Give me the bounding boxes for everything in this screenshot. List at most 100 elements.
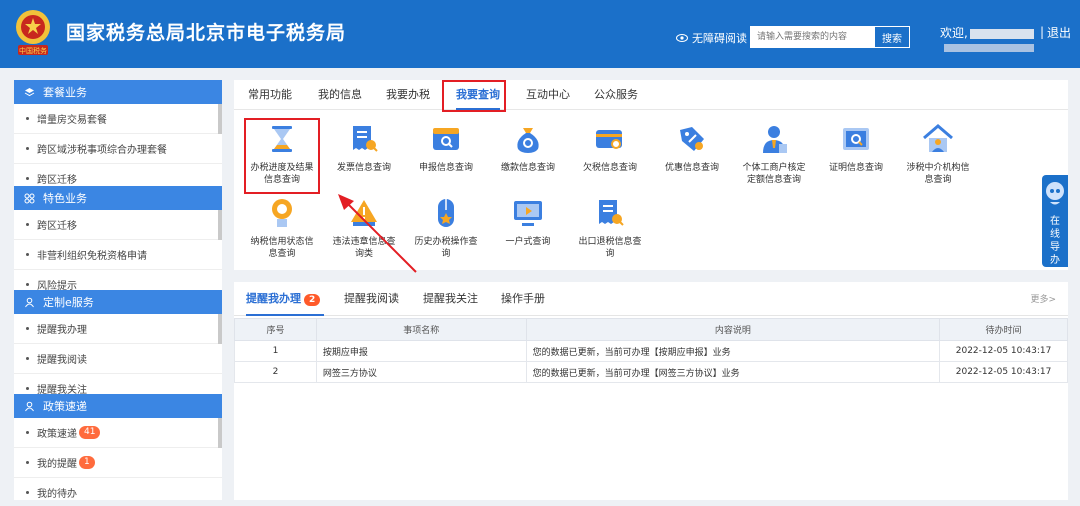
sidebar-item[interactable]: 提醒我关注 (14, 374, 222, 394)
sidebar-list: 提醒我办理 提醒我阅读 提醒我关注 (14, 314, 222, 394)
func-export-refund-query[interactable]: 出口退税信息查询 (572, 196, 648, 260)
sidebar-header-label: 套餐业务 (43, 86, 87, 99)
func-discount-query[interactable]: 优惠信息查询 (654, 122, 730, 174)
reminder-tabs: 提醒我办理 2 提醒我阅读 提醒我关注 操作手册 更多> (234, 282, 1068, 316)
sidebar-list: 政策速递 41 我的提醒 1 我的待办 (14, 418, 222, 500)
scrollbar[interactable] (218, 418, 222, 448)
cell[interactable]: 网签三方协议 (315, 361, 527, 383)
col-header: 事项名称 (315, 318, 527, 341)
tab-tax-handling[interactable]: 我要办税 (386, 80, 430, 110)
sidebar-section-featured: 特色业务 跨区迁移 非营利组织免税资格申请 风险提示 (14, 186, 222, 290)
func-arrears-query[interactable]: 欠税信息查询 (572, 122, 648, 174)
card-icon (596, 130, 622, 149)
user-icon (25, 401, 34, 411)
search-input[interactable] (750, 26, 874, 48)
declaration-icon (433, 128, 459, 150)
sidebar-header-label: 特色业务 (43, 192, 87, 205)
invoice-icon (353, 126, 378, 152)
scrollbar[interactable] (218, 314, 222, 344)
sidebar-item[interactable]: 政策速递 41 (14, 418, 222, 448)
sidebar-item[interactable]: 跨区迁移 (14, 164, 222, 184)
layers-icon (24, 87, 35, 96)
func-individual-business-query[interactable]: 个体工商户核定 定额信息查询 (736, 122, 812, 186)
cell: 1 (234, 340, 317, 362)
more-link[interactable]: 更多> (1030, 292, 1056, 305)
house-icon (923, 124, 953, 152)
masked-username (970, 29, 1034, 39)
sidebar-item[interactable]: 我的待办 (14, 478, 222, 500)
reminder-panel: 提醒我办理 2 提醒我阅读 提醒我关注 操作手册 更多> 序号 事项名称 内容说明… (234, 282, 1068, 500)
tab-interaction[interactable]: 互动中心 (526, 80, 570, 110)
accessibility-link[interactable]: 无障碍阅读 (676, 30, 747, 46)
scrollbar[interactable] (218, 210, 222, 240)
tab-remind-handle[interactable]: 提醒我办理 2 (246, 282, 324, 316)
func-declaration-query[interactable]: 申报信息查询 (408, 122, 484, 174)
sidebar-header-policy[interactable]: 政策速递 (14, 394, 222, 418)
medal-icon (272, 199, 292, 227)
sidebar-item[interactable]: 提醒我阅读 (14, 344, 222, 374)
monitor-icon (514, 201, 542, 226)
masked-company (944, 44, 1034, 52)
func-one-stop-query[interactable]: 一户式查询 (490, 196, 566, 248)
sidebar-item[interactable]: 非营利组织免税资格申请 (14, 240, 222, 270)
func-certificate-query[interactable]: 证明信息查询 (818, 122, 894, 174)
func-label: 个体工商户核定 定额信息查询 (742, 163, 806, 185)
cell: 2022-12-05 10:43:17 (939, 340, 1068, 362)
person-icon (763, 126, 787, 153)
func-payment-query[interactable]: 缴款信息查询 (490, 122, 566, 174)
col-header: 内容说明 (525, 318, 941, 341)
sidebar-section-policy: 政策速递 政策速递 41 我的提醒 1 我的待办 (14, 394, 222, 500)
search-button[interactable]: 搜索 (874, 26, 910, 48)
func-credit-status-query[interactable]: 纳税信用状态信 息查询 (244, 196, 320, 260)
func-label: 涉税中介机构信 息查询 (906, 163, 970, 185)
highlight-box (244, 118, 320, 194)
count-badge: 2 (304, 294, 321, 306)
sidebar-list: 跨区迁移 非营利组织免税资格申请 风险提示 (14, 210, 222, 290)
sidebar-item[interactable]: 跨区迁移 (14, 210, 222, 240)
func-label: 出口退税信息查询 (578, 237, 642, 259)
robot-icon (1046, 182, 1064, 205)
func-label: 申报信息查询 (418, 163, 473, 173)
func-invoice-query[interactable]: 发票信息查询 (326, 122, 402, 174)
table-row[interactable]: 1 按期应申报 您的数据已更新，当前可办理【按期应申报】业务 2022-12-0… (234, 340, 1068, 362)
sidebar-item[interactable]: 跨区域涉税事项综合办理套餐 (14, 134, 222, 164)
tab-remind-read[interactable]: 提醒我阅读 (344, 282, 399, 316)
cell[interactable]: 按期应申报 (315, 340, 527, 362)
user-icon (25, 297, 34, 307)
tab-manual[interactable]: 操作手册 (501, 282, 545, 316)
sidebar-item[interactable]: 我的提醒 1 (14, 448, 222, 478)
func-label: 缴款信息查询 (500, 163, 555, 173)
sidebar-item[interactable]: 风险提示 (14, 270, 222, 290)
online-guide-button[interactable]: 在线导办 (1042, 175, 1068, 267)
table-row[interactable]: 2 网签三方协议 您的数据已更新，当前可办理【网签三方协议】业务 2022-12… (234, 361, 1068, 383)
welcome-text: 欢迎, (940, 26, 968, 40)
scrollbar[interactable] (218, 104, 222, 134)
tab-remind-follow[interactable]: 提醒我关注 (423, 282, 478, 316)
sidebar-list: 增量房交易套餐 跨区域涉税事项综合办理套餐 跨区迁移 (14, 104, 222, 184)
logout-link[interactable]: 退出 (1047, 24, 1071, 41)
sidebar-header-featured[interactable]: 特色业务 (14, 186, 222, 210)
sidebar-header-custom[interactable]: 定制e服务 (14, 290, 222, 314)
func-label: 证明信息查询 (828, 163, 883, 173)
accessibility-label: 无障碍阅读 (692, 32, 747, 45)
header-bar: 中国税务 国家税务总局北京市电子税务局 无障碍阅读 搜索 欢迎, | 退出 (0, 0, 1080, 68)
tab-my-info[interactable]: 我的信息 (318, 80, 362, 110)
sidebar-section-package: 套餐业务 增量房交易套餐 跨区域涉税事项综合办理套餐 跨区迁移 (14, 80, 222, 184)
func-agency-query[interactable]: 涉税中介机构信 息查询 (900, 122, 976, 186)
online-guide-label: 在线导办 (1050, 216, 1060, 266)
mouse-icon (438, 199, 454, 227)
discount-tag-icon (680, 127, 704, 151)
sidebar-item[interactable]: 增量房交易套餐 (14, 104, 222, 134)
export-doc-icon (599, 200, 624, 226)
sidebar-item[interactable]: 提醒我办理 (14, 314, 222, 344)
sidebar: 套餐业务 增量房交易套餐 跨区域涉税事项综合办理套餐 跨区迁移 特色业务 跨区迁… (14, 80, 222, 500)
grid-icon (24, 193, 35, 203)
func-label: 欠税信息查询 (582, 163, 637, 173)
tax-emblem-icon: 中国税务 (16, 10, 50, 55)
col-header: 待办时间 (939, 318, 1068, 341)
tab-public-service[interactable]: 公众服务 (594, 80, 638, 110)
cell: 您的数据已更新，当前可办理【网签三方协议】业务 (525, 361, 941, 383)
separator: | (1040, 25, 1045, 39)
tab-common[interactable]: 常用功能 (248, 80, 292, 110)
sidebar-header-package[interactable]: 套餐业务 (14, 80, 222, 104)
